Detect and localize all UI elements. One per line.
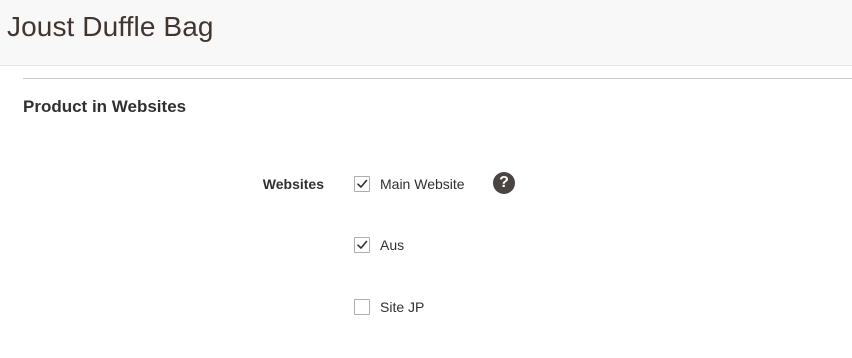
question-mark-icon[interactable]: ? bbox=[493, 172, 515, 194]
aus-checkbox[interactable] bbox=[354, 237, 370, 253]
website-option-aus[interactable]: Aus bbox=[354, 235, 404, 255]
checkmark-icon bbox=[357, 179, 368, 188]
checkmark-icon bbox=[357, 240, 368, 249]
main-website-label[interactable]: Main Website bbox=[380, 174, 465, 194]
site-jp-label[interactable]: Site JP bbox=[380, 297, 424, 317]
website-option-main-website[interactable]: Main Website bbox=[354, 174, 465, 194]
aus-label[interactable]: Aus bbox=[380, 235, 404, 255]
websites-field-label: Websites bbox=[262, 176, 324, 192]
website-option-site-jp[interactable]: Site JP bbox=[354, 297, 424, 317]
page-title: Joust Duffle Bag bbox=[7, 11, 214, 42]
section-divider bbox=[23, 78, 852, 79]
section-title: Product in Websites bbox=[23, 97, 187, 116]
page-header: Joust Duffle Bag bbox=[0, 0, 852, 66]
main-website-checkbox[interactable] bbox=[354, 176, 370, 192]
site-jp-checkbox[interactable] bbox=[354, 299, 370, 315]
